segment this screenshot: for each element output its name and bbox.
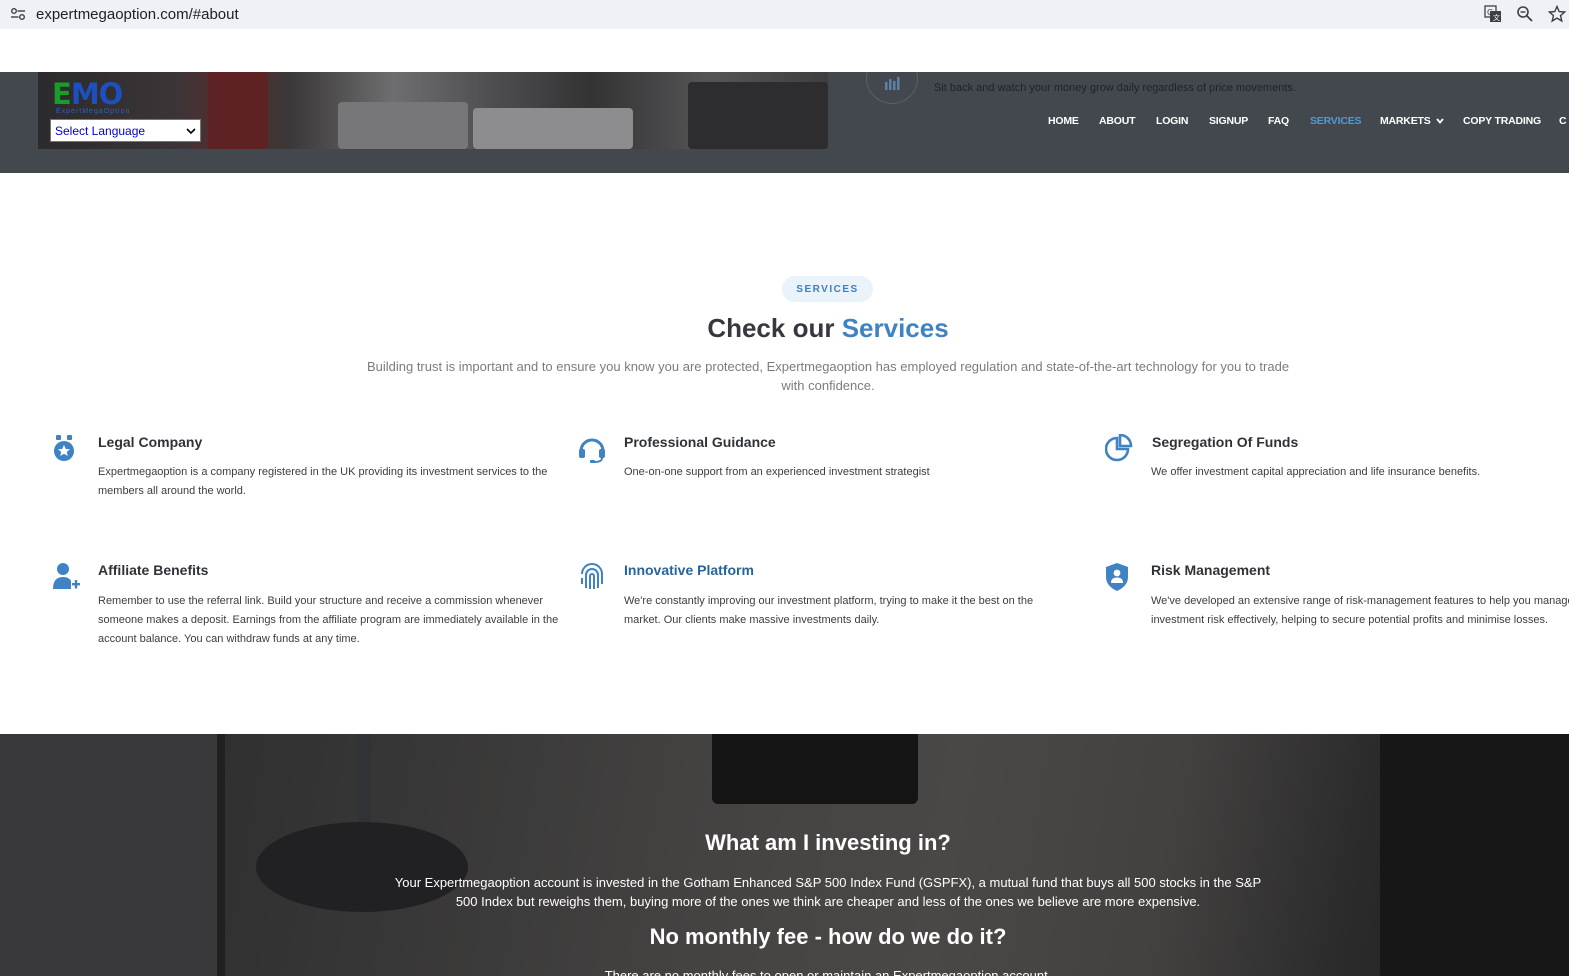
- medal-icon: [54, 435, 74, 461]
- investing-section: What am I investing in? Your Expertmegao…: [0, 734, 1569, 976]
- card-title: Risk Management: [1151, 562, 1271, 578]
- chevron-down-icon: [1436, 118, 1444, 124]
- services-section: SERVICES Check our Services Building tru…: [0, 173, 1569, 734]
- nav-login[interactable]: LOGIN: [1156, 115, 1188, 127]
- user-plus-icon: [53, 563, 80, 589]
- section-pill: SERVICES: [782, 276, 873, 302]
- nav-services[interactable]: SERVICES: [1310, 115, 1362, 127]
- nav-copy-trading[interactable]: COPY TRADING: [1463, 115, 1541, 127]
- header-tagline: Sit back and watch your money grow daily…: [934, 82, 1296, 94]
- fingerprint-icon: [581, 563, 603, 589]
- card-text: We're constantly improving our investmen…: [624, 595, 1034, 626]
- card-text: Remember to use the referral link. Build…: [98, 595, 559, 645]
- nav-faq[interactable]: FAQ: [1268, 115, 1289, 127]
- language-select[interactable]: Select Language: [50, 119, 201, 142]
- card-text: One-on-one support from an experienced i…: [624, 466, 930, 478]
- browser-address-bar: expertmegaoption.com/#about G 文: [0, 0, 1569, 29]
- chevron-down-icon: [186, 127, 196, 134]
- card-title: Affiliate Benefits: [98, 562, 209, 578]
- card-text: We've developed an extensive range of ri…: [1151, 595, 1569, 626]
- nav-signup[interactable]: SIGNUP: [1209, 115, 1248, 127]
- bookmark-star-icon[interactable]: [1548, 5, 1566, 23]
- site-header: EMO ExpertMegaOption Select Language Sit…: [0, 72, 1569, 173]
- card-text: Expertmegaoption is a company registered…: [98, 466, 548, 497]
- nav-more-cut[interactable]: C: [1559, 115, 1567, 127]
- nav-about[interactable]: ABOUT: [1099, 115, 1136, 127]
- chart-circle-badge: [866, 72, 918, 104]
- zoom-icon[interactable]: [1516, 5, 1534, 23]
- card-title: Legal Company: [98, 434, 203, 450]
- shield-user-icon: [1106, 563, 1128, 591]
- card-title: Segregation Of Funds: [1152, 434, 1299, 450]
- site-settings-icon[interactable]: [10, 7, 26, 21]
- section-title: Check our Services: [707, 313, 949, 343]
- headset-icon: [579, 438, 605, 463]
- nav-home[interactable]: HOME: [1048, 115, 1079, 127]
- investing-paragraph: Your Expertmegaoption account is investe…: [394, 875, 1262, 909]
- svg-text:文: 文: [1493, 13, 1500, 22]
- url-text[interactable]: expertmegaoption.com/#about: [36, 6, 239, 23]
- site-logo[interactable]: EMO ExpertMegaOption: [52, 80, 172, 116]
- translate-icon[interactable]: G 文: [1484, 5, 1502, 23]
- page-top-gap: [0, 29, 1569, 72]
- pie-chart-icon: [1105, 434, 1133, 462]
- investing-heading: What am I investing in?: [705, 830, 951, 855]
- card-title: Professional Guidance: [624, 434, 776, 450]
- bar-chart-icon: [885, 77, 900, 90]
- card-text: We offer investment capital appreciation…: [1151, 466, 1481, 478]
- card-title[interactable]: Innovative Platform: [624, 562, 754, 578]
- fee-heading: No monthly fee - how do we do it?: [649, 924, 1007, 949]
- fee-paragraph: There are no monthly fees to open or mai…: [604, 968, 1052, 976]
- logo-subtitle: ExpertMegaOption: [56, 108, 131, 115]
- section-description: Building trust is important and to ensur…: [366, 359, 1290, 393]
- nav-markets[interactable]: MARKETS: [1380, 115, 1444, 127]
